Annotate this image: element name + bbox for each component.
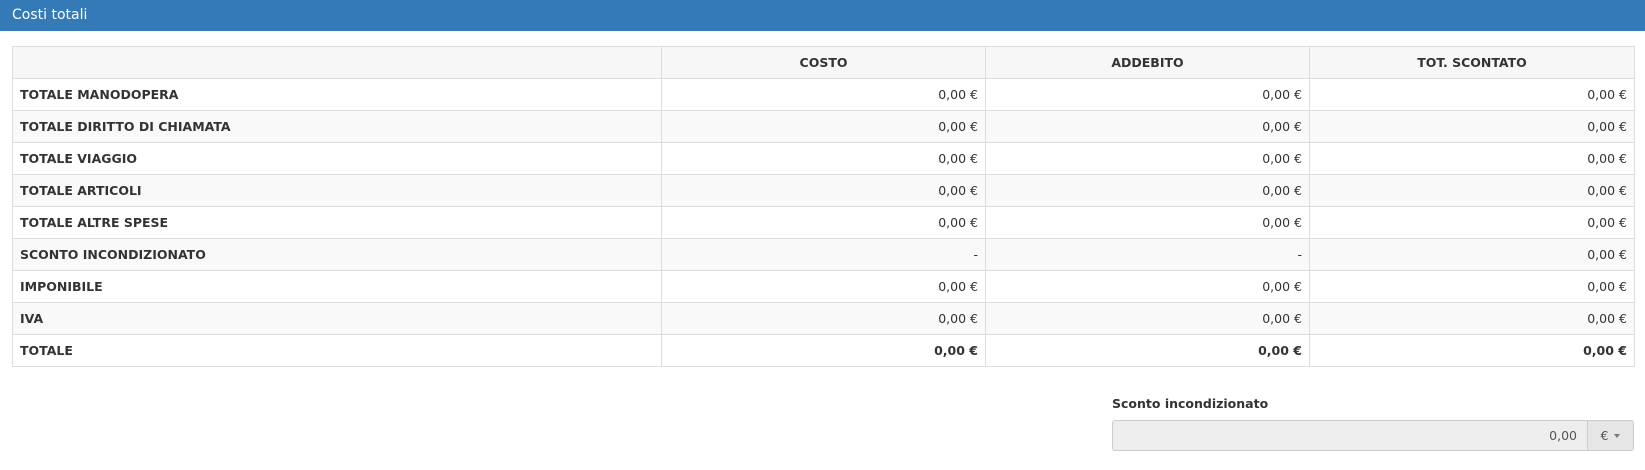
sconto-incondizionato-label: Sconto incondizionato — [1112, 396, 1269, 411]
costo-cell: 0,00 € — [661, 334, 986, 367]
costo-cell: 0,00 € — [661, 270, 986, 303]
row-label: SCONTO INCONDIZIONATO — [12, 238, 662, 271]
row-label: TOTALE ARTICOLI — [12, 174, 662, 207]
column-header-tot-scontato: TOT. SCONTATO — [1309, 46, 1635, 79]
row-label: IVA — [12, 302, 662, 335]
column-header-costo: COSTO — [661, 46, 986, 79]
row-label: TOTALE ALTRE SPESE — [12, 206, 662, 239]
panel-header: Costi totali — [0, 0, 1645, 31]
tot-scontato-cell: 0,00 € — [1309, 78, 1635, 111]
costo-cell: 0,00 € — [661, 174, 986, 207]
tot-scontato-cell: 0,00 € — [1309, 142, 1635, 175]
currency-symbol: € — [1600, 428, 1609, 443]
currency-dropdown-button[interactable]: € — [1587, 420, 1634, 451]
table-header-row: COSTO ADDEBITO TOT. SCONTATO — [12, 46, 1635, 79]
table-row-iva: IVA 0,00 € 0,00 € 0,00 € — [12, 302, 1635, 335]
addebito-cell: 0,00 € — [985, 206, 1310, 239]
sconto-incondizionato-input[interactable] — [1112, 420, 1587, 451]
table-row-totale-manodopera: TOTALE MANODOPERA 0,00 € 0,00 € 0,00 € — [12, 78, 1635, 111]
tot-scontato-cell: 0,00 € — [1309, 238, 1635, 271]
row-label: TOTALE VIAGGIO — [12, 142, 662, 175]
costo-cell: - — [661, 238, 986, 271]
costo-cell: 0,00 € — [661, 142, 986, 175]
sconto-incondizionato-input-group: € — [1112, 420, 1634, 451]
column-header-addebito: ADDEBITO — [985, 46, 1310, 79]
column-header-label — [12, 46, 662, 79]
tot-scontato-cell: 0,00 € — [1309, 110, 1635, 143]
costo-cell: 0,00 € — [661, 110, 986, 143]
row-label: TOTALE DIRITTO DI CHIAMATA — [12, 110, 662, 143]
addebito-cell: 0,00 € — [985, 270, 1310, 303]
addebito-cell: 0,00 € — [985, 334, 1310, 367]
addebito-cell: 0,00 € — [985, 142, 1310, 175]
table-row-imponibile: IMPONIBILE 0,00 € 0,00 € 0,00 € — [12, 270, 1635, 303]
tot-scontato-cell: 0,00 € — [1309, 174, 1635, 207]
table-row-totale-articoli: TOTALE ARTICOLI 0,00 € 0,00 € 0,00 € — [12, 174, 1635, 207]
table-row-totale-altre-spese: TOTALE ALTRE SPESE 0,00 € 0,00 € 0,00 € — [12, 206, 1635, 239]
tot-scontato-cell: 0,00 € — [1309, 206, 1635, 239]
addebito-cell: 0,00 € — [985, 174, 1310, 207]
addebito-cell: 0,00 € — [985, 302, 1310, 335]
table-row-totale: TOTALE 0,00 € 0,00 € 0,00 € — [12, 334, 1635, 367]
addebito-cell: 0,00 € — [985, 78, 1310, 111]
totals-table: COSTO ADDEBITO TOT. SCONTATO TOTALE MANO… — [12, 46, 1635, 367]
row-label: TOTALE MANODOPERA — [12, 78, 662, 111]
costo-cell: 0,00 € — [661, 206, 986, 239]
addebito-cell: - — [985, 238, 1310, 271]
row-label: TOTALE — [12, 334, 662, 367]
table-row-totale-diritto-di-chiamata: TOTALE DIRITTO DI CHIAMATA 0,00 € 0,00 €… — [12, 110, 1635, 143]
caret-down-icon — [1614, 434, 1621, 438]
costo-cell: 0,00 € — [661, 78, 986, 111]
panel-title: Costi totali — [12, 7, 88, 23]
tot-scontato-cell: 0,00 € — [1309, 270, 1635, 303]
tot-scontato-cell: 0,00 € — [1309, 334, 1635, 367]
table-row-totale-viaggio: TOTALE VIAGGIO 0,00 € 0,00 € 0,00 € — [12, 142, 1635, 175]
costo-cell: 0,00 € — [661, 302, 986, 335]
table-row-sconto-incondizionato: SCONTO INCONDIZIONATO - - 0,00 € — [12, 238, 1635, 271]
row-label: IMPONIBILE — [12, 270, 662, 303]
addebito-cell: 0,00 € — [985, 110, 1310, 143]
tot-scontato-cell: 0,00 € — [1309, 302, 1635, 335]
